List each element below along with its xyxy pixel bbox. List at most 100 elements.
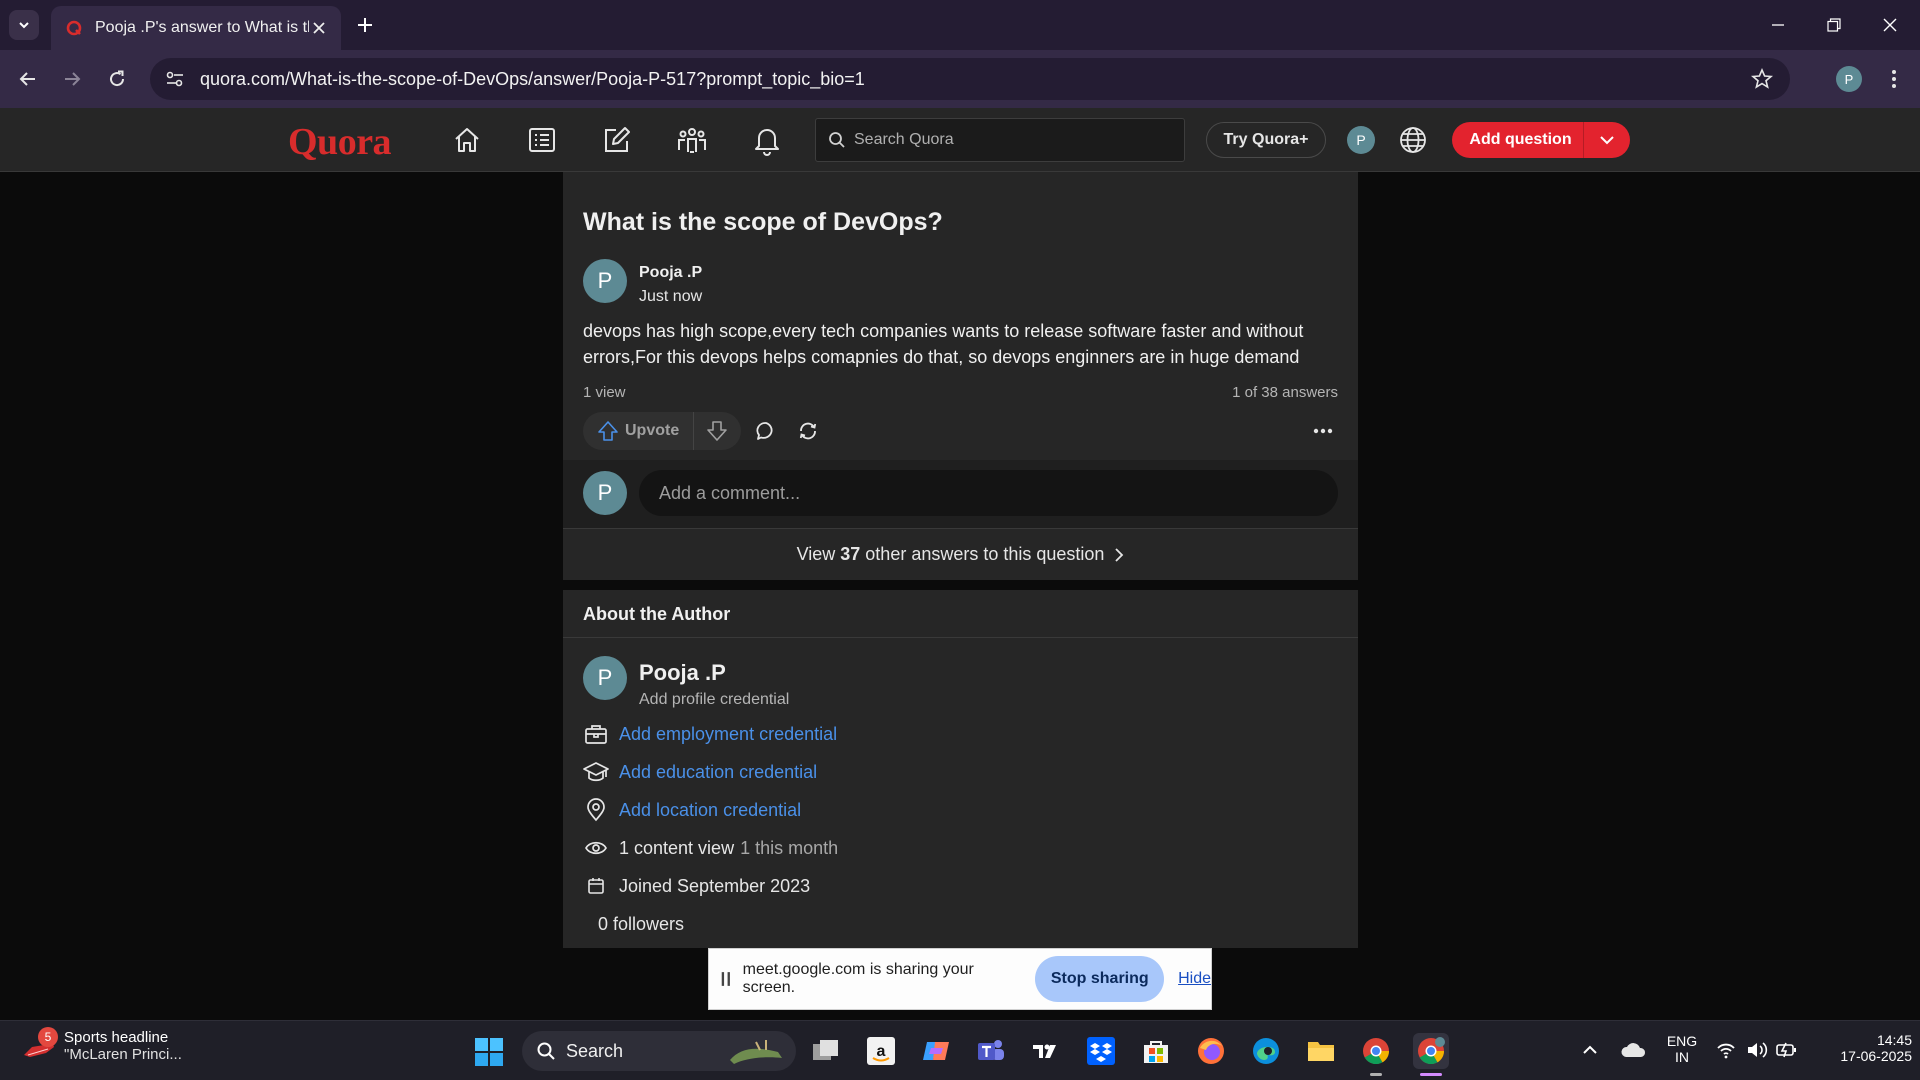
people-group-icon	[678, 128, 706, 153]
chevron-up-icon[interactable]	[1582, 1043, 1598, 1057]
taskbar-search-label: Search	[566, 1040, 624, 1061]
comment-input[interactable]	[639, 470, 1338, 516]
comment-button[interactable]	[751, 416, 781, 446]
onedrive-cloud-icon[interactable]	[1620, 1041, 1646, 1059]
folder-icon	[1308, 1042, 1334, 1061]
hide-share-bar-link[interactable]: Hide	[1178, 970, 1211, 988]
chrome-profile-app[interactable]	[1413, 1033, 1449, 1069]
news-widget[interactable]: 5 Sports headline "McLaren Princi...	[22, 1027, 182, 1063]
edge-app[interactable]	[1248, 1033, 1284, 1069]
chrome-app[interactable]	[1358, 1033, 1394, 1069]
dropbox-icon	[1087, 1037, 1115, 1065]
plus-icon	[358, 18, 372, 32]
notifications-nav-button[interactable]	[747, 120, 787, 160]
arrow-right-icon	[65, 72, 81, 86]
content-views-row: 1 content view 1 this month	[583, 834, 838, 862]
restore-icon	[1827, 18, 1841, 32]
restore-button[interactable]	[1806, 0, 1862, 50]
drag-handle-icon[interactable]	[719, 970, 733, 988]
back-button[interactable]	[13, 64, 43, 94]
browser-menu-button[interactable]	[1880, 64, 1908, 94]
employment-credential-row[interactable]: Add employment credential	[583, 720, 837, 748]
volume-icon[interactable]	[1746, 1041, 1768, 1059]
chrome-profile-icon	[1418, 1037, 1445, 1065]
author-profile-name[interactable]: Pooja .P	[639, 660, 726, 686]
wifi-icon[interactable]	[1716, 1041, 1736, 1059]
more-options-button[interactable]	[1308, 416, 1338, 446]
bell-icon	[755, 129, 779, 156]
answer-timestamp[interactable]: Just now	[639, 288, 702, 306]
language-indicator[interactable]: ENG IN	[1662, 1033, 1702, 1065]
copilot-app[interactable]	[918, 1033, 954, 1069]
browser-toolbar: quora.com/What-is-the-scope-of-DevOps/an…	[0, 50, 1920, 108]
try-quora-plus-button[interactable]: Try Quora+	[1206, 122, 1326, 158]
answer-position: 1 of 38 answers	[1232, 384, 1338, 401]
education-credential-row[interactable]: Add education credential	[583, 758, 817, 786]
kebab-menu-icon	[1892, 70, 1896, 88]
question-title[interactable]: What is the scope of DevOps?	[583, 208, 943, 237]
teams-app[interactable]	[973, 1033, 1009, 1069]
amazon-app[interactable]: a	[863, 1033, 899, 1069]
add-education-credential-link[interactable]: Add education credential	[619, 762, 817, 783]
add-profile-credential[interactable]: Add profile credential	[639, 691, 789, 709]
comment-row: P	[563, 460, 1358, 528]
reload-button[interactable]	[102, 64, 132, 94]
followers-row: 0 followers	[598, 910, 684, 938]
close-window-button[interactable]	[1862, 0, 1918, 50]
site-settings-icon	[166, 71, 183, 87]
quora-logo[interactable]: Quora	[288, 120, 392, 164]
answer-nav-button[interactable]	[597, 120, 637, 160]
windows-start-icon[interactable]	[474, 1037, 504, 1067]
tradingview-app[interactable]	[1028, 1033, 1064, 1069]
downvote-button[interactable]	[694, 412, 740, 450]
author-name[interactable]: Pooja .P	[639, 264, 702, 282]
firefox-icon	[1198, 1038, 1224, 1064]
battery-charging-icon[interactable]	[1776, 1041, 1798, 1059]
add-employment-credential-link[interactable]: Add employment credential	[619, 724, 837, 745]
author-avatar[interactable]: P	[583, 656, 627, 700]
user-avatar[interactable]: P	[1347, 126, 1375, 154]
amazon-icon: a	[867, 1037, 895, 1065]
share-button[interactable]	[793, 416, 823, 446]
quora-search-box[interactable]	[815, 118, 1185, 162]
spaces-nav-button[interactable]	[672, 120, 712, 160]
minimize-button[interactable]	[1750, 0, 1806, 50]
add-question-dropdown[interactable]	[1584, 122, 1630, 158]
forward-button[interactable]	[57, 64, 87, 94]
author-avatar[interactable]: P	[583, 259, 627, 303]
joined-date: Joined September 2023	[619, 875, 811, 896]
add-question-button[interactable]: Add question	[1452, 122, 1630, 158]
eye-icon	[585, 841, 607, 855]
stop-sharing-button[interactable]: Stop sharing	[1035, 956, 1165, 1002]
address-bar[interactable]: quora.com/What-is-the-scope-of-DevOps/an…	[150, 58, 1790, 100]
upvote-button[interactable]: Upvote	[583, 412, 693, 450]
language-code: ENG	[1666, 1033, 1698, 1049]
microsoft-store-app[interactable]	[1138, 1033, 1174, 1069]
location-credential-row[interactable]: Add location credential	[583, 796, 801, 824]
browser-profile-avatar[interactable]: P	[1836, 66, 1862, 92]
search-input[interactable]	[854, 131, 1154, 149]
clock-time: 14:45	[1876, 1032, 1912, 1048]
add-location-credential-link[interactable]: Add location credential	[619, 800, 801, 821]
followers-count[interactable]: 0 followers	[598, 914, 684, 935]
tab-search-button[interactable]	[9, 10, 39, 40]
active-browser-tab[interactable]: Pooja .P's answer to What is the scope o…	[51, 6, 341, 50]
tradingview-icon	[1033, 1044, 1056, 1058]
dropbox-app[interactable]	[1083, 1033, 1119, 1069]
clock[interactable]: 14:45 17-06-2025	[1812, 1032, 1912, 1064]
firefox-app[interactable]	[1193, 1033, 1229, 1069]
bookmark-star-icon[interactable]	[1750, 67, 1774, 91]
chevron-down-icon	[19, 22, 29, 29]
file-explorer-app[interactable]	[1303, 1033, 1339, 1069]
home-nav-button[interactable]	[447, 120, 487, 160]
task-view-app[interactable]	[808, 1033, 844, 1069]
view-count: 1 view	[583, 384, 626, 401]
view-other-answers-link[interactable]: View 37 other answers to this question	[563, 528, 1358, 580]
new-tab-button[interactable]	[352, 12, 378, 38]
upvote-arrow-icon	[598, 421, 618, 441]
add-question-label: Add question	[1469, 131, 1572, 148]
following-nav-button[interactable]	[522, 120, 562, 160]
tab-close-button[interactable]	[309, 18, 329, 38]
taskbar-search-box[interactable]: Search	[522, 1031, 796, 1071]
globe-icon[interactable]	[1398, 125, 1428, 155]
